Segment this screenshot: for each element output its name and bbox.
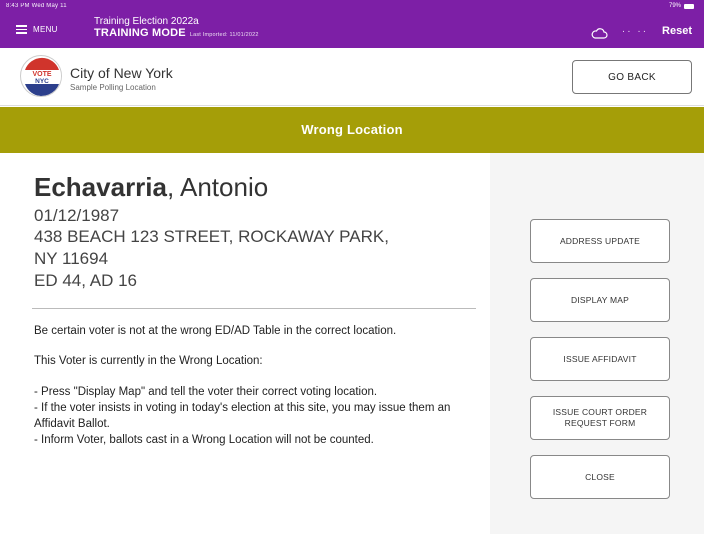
voter-address-line2: NY 11694 xyxy=(34,249,109,269)
address-update-button[interactable]: ADDRESS UPDATE xyxy=(530,219,670,263)
instruction-bullets: - Press "Display Map" and tell the voter… xyxy=(34,385,476,448)
court-order-line1: ISSUE COURT ORDER xyxy=(552,407,648,418)
voter-first-name: Antonio xyxy=(180,172,269,202)
main-content: Echavarria, Antonio 01/12/1987 438 BEACH… xyxy=(0,153,704,534)
svg-text:NYC: NYC xyxy=(35,78,49,85)
header: VOTE NYC City of New York Sample Polling… xyxy=(0,48,704,106)
org-name: City of New York xyxy=(70,65,173,81)
instruction-bullet3: - Inform Voter, ballots cast in a Wrong … xyxy=(34,433,374,446)
battery-percent: 79% xyxy=(668,3,681,9)
display-map-button[interactable]: DISPLAY MAP xyxy=(530,278,670,322)
voter-info: 01/12/1987 438 BEACH 123 STREET, ROCKAWA… xyxy=(34,205,480,292)
status-time: 8:43 PM Wed May 11 xyxy=(6,3,67,9)
top-bar: 8:43 PM Wed May 11 79% MENU Training Ele… xyxy=(0,0,704,48)
instruction-bullet2: - If the voter insists in voting in toda… xyxy=(34,402,451,431)
svg-text:VOTE: VOTE xyxy=(32,71,51,78)
voter-name: Echavarria, Antonio xyxy=(34,172,269,202)
reset-button[interactable]: Reset xyxy=(662,25,692,37)
users-icon: ·· ·· xyxy=(621,25,649,37)
issue-affidavit-button[interactable]: ISSUE AFFIDAVIT xyxy=(530,337,670,381)
instruction-bullet1: - Press "Display Map" and tell the voter… xyxy=(34,386,378,399)
voter-last-name: Echavarria xyxy=(34,172,167,202)
menu-button[interactable]: MENU xyxy=(16,25,58,34)
voter-details: Echavarria, Antonio 01/12/1987 438 BEACH… xyxy=(32,172,480,449)
action-buttons: ADDRESS UPDATE DISPLAY MAP ISSUE AFFIDAV… xyxy=(530,219,670,514)
hamburger-icon xyxy=(16,25,27,34)
voter-district: ED 44, AD 16 xyxy=(34,270,138,290)
vote-nyc-logo: VOTE NYC xyxy=(20,55,62,97)
close-button[interactable]: CLOSE xyxy=(530,455,670,499)
polling-location: Sample Polling Location xyxy=(70,83,156,92)
battery-icon xyxy=(684,3,694,9)
election-titles: Training Election 2022a TRAINING MODE Las… xyxy=(94,16,259,40)
issue-court-order-button[interactable]: ISSUE COURT ORDER REQUEST FORM xyxy=(530,396,670,440)
go-back-button[interactable]: GO BACK xyxy=(572,60,692,94)
instruction-para2: This Voter is currently in the Wrong Loc… xyxy=(34,355,263,368)
mode-line: TRAINING MODE Last Imported: 11/01/2022 xyxy=(94,26,259,40)
court-order-line2: REQUEST FORM xyxy=(564,418,636,428)
instruction-para1: Be certain voter is not at the wrong ED/… xyxy=(34,324,397,337)
menu-label: MENU xyxy=(33,25,58,34)
last-imported: Last Imported: 11/01/2022 xyxy=(189,31,259,38)
divider xyxy=(32,307,476,309)
wrong-location-banner: Wrong Location xyxy=(0,107,704,153)
voter-address-line1: 438 BEACH 123 STREET, ROCKAWAY PARK, xyxy=(34,227,389,247)
status-right: 79% xyxy=(669,3,694,9)
topbar-actions: ·· ·· Reset xyxy=(591,25,692,39)
cloud-icon[interactable] xyxy=(591,26,608,39)
training-mode-label: TRAINING MODE xyxy=(94,26,186,39)
instructions: Be certain voter is not at the wrong ED/… xyxy=(34,324,476,449)
org-info: City of New York Sample Polling Location xyxy=(70,65,173,92)
voter-dob: 01/12/1987 xyxy=(34,205,120,225)
